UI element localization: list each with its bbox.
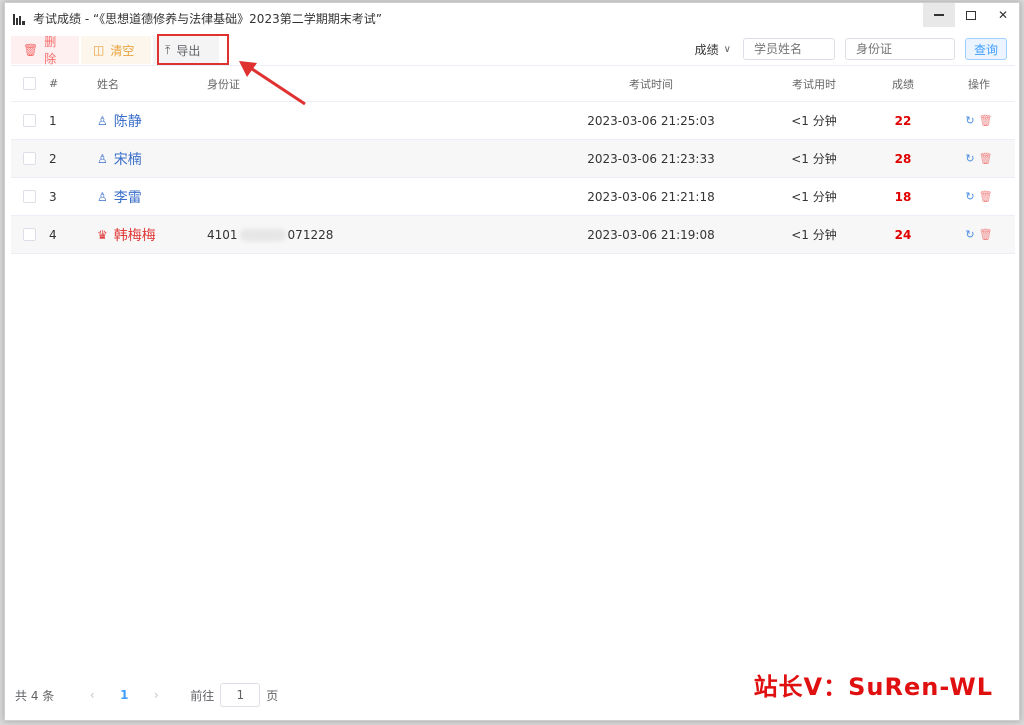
student-name-text: 宋楠	[113, 151, 142, 168]
duration-value: <1 分钟	[791, 114, 837, 128]
id-card-redaction	[239, 228, 286, 241]
goto-label: 前往	[190, 688, 215, 703]
results-table: # 姓名 身份证 考试时间 考试用时 成绩 操作 1 ♙ 陈静 2023-03-…	[11, 65, 1015, 254]
minimize-icon[interactable]	[923, 3, 955, 27]
student-name-text: 陈静	[113, 113, 142, 130]
prev-page-button[interactable]: ‹	[76, 688, 108, 702]
refresh-icon[interactable]: ↻	[965, 190, 974, 203]
duration-value: <1 分钟	[791, 152, 837, 166]
exam-time-value: 2023-03-06 21:19:08	[587, 227, 715, 242]
id-card-prefix: 4101	[207, 227, 238, 242]
refresh-icon[interactable]: ↻	[965, 228, 974, 241]
student-name[interactable]: ♙ 陈静	[97, 102, 142, 139]
header-name: 姓名	[97, 77, 119, 91]
female-user-icon: ♛	[97, 227, 108, 242]
student-name[interactable]: ♙ 宋楠	[97, 140, 142, 177]
refresh-icon[interactable]: ↻	[965, 114, 974, 127]
id-card-value: 4101 071228	[207, 216, 333, 253]
trash-icon: 🗑	[23, 43, 39, 57]
title-bar: 考试成绩 - “《思想道德修养与法律基础》2023第二学期期末考试” ✕	[5, 3, 1019, 33]
sort-select[interactable]: 成绩 ∨	[695, 41, 731, 58]
row-actions: ↻ 🗑	[947, 140, 1011, 177]
query-button[interactable]: 查询	[965, 38, 1007, 60]
trash-icon[interactable]: 🗑	[979, 190, 993, 203]
student-name-input[interactable]	[743, 38, 835, 60]
page-suffix: 页	[266, 688, 279, 703]
header-exam-time: 考试时间	[629, 77, 673, 91]
row-index: 3	[49, 189, 57, 204]
close-icon[interactable]: ✕	[987, 3, 1019, 27]
maximize-icon[interactable]	[955, 3, 987, 27]
row-index: 1	[49, 113, 57, 128]
clear-button-label: 清空	[110, 43, 135, 58]
box-icon: ◫	[93, 43, 105, 57]
goto-page-input[interactable]	[220, 683, 261, 707]
header-actions: 操作	[968, 77, 990, 91]
bar-chart-icon	[13, 11, 27, 25]
id-card-input[interactable]	[845, 38, 955, 60]
clear-button[interactable]: ◫ 清空	[81, 36, 151, 64]
window-title: 考试成绩 - “《思想道德修养与法律基础》2023第二学期期末考试”	[33, 11, 382, 26]
male-user-icon: ♙	[97, 189, 108, 204]
exam-results-window: 考试成绩 - “《思想道德修养与法律基础》2023第二学期期末考试” ✕ 🗑 删…	[4, 2, 1020, 721]
trash-icon[interactable]: 🗑	[979, 152, 993, 165]
filter-bar: 成绩 ∨ 查询	[695, 38, 1007, 60]
watermark-text: 站长V：SuRen-WL	[753, 673, 993, 701]
row-actions: ↻ 🗑	[947, 102, 1011, 139]
row-index: 2	[49, 151, 57, 166]
chevron-down-icon: ∨	[723, 43, 731, 55]
sort-select-value: 成绩	[694, 42, 719, 57]
score-value: 24	[894, 227, 912, 242]
score-value: 28	[894, 151, 912, 166]
header-index: #	[49, 77, 59, 90]
duration-value: <1 分钟	[791, 228, 837, 242]
table-header: # 姓名 身份证 考试时间 考试用时 成绩 操作	[11, 65, 1015, 102]
student-name-text: 韩梅梅	[113, 227, 156, 244]
delete-button-label: 删除	[44, 35, 57, 66]
row-checkbox[interactable]	[23, 178, 36, 215]
header-duration: 考试用时	[792, 77, 836, 91]
row-checkbox[interactable]	[23, 216, 36, 253]
refresh-icon[interactable]: ↻	[965, 152, 974, 165]
export-highlight-box	[157, 34, 229, 65]
row-actions: ↻ 🗑	[947, 178, 1011, 215]
delete-button[interactable]: 🗑 删除	[11, 35, 79, 66]
page-number-current[interactable]: 1	[108, 688, 140, 702]
duration-value: <1 分钟	[791, 190, 837, 204]
student-name[interactable]: ♙ 李雷	[97, 178, 142, 215]
annotation-arrow	[239, 61, 306, 106]
score-value: 22	[894, 113, 912, 128]
table-row: 1 ♙ 陈静 2023-03-06 21:25:03 <1 分钟 22 ↻ 🗑	[11, 102, 1015, 140]
toolbar: 🗑 删除 ◫ 清空 ⤒ 导出 成绩 ∨ 查询	[11, 34, 1015, 66]
exam-time-value: 2023-03-06 21:21:18	[587, 189, 715, 204]
exam-time-value: 2023-03-06 21:23:33	[587, 151, 715, 166]
trash-icon[interactable]: 🗑	[979, 114, 993, 127]
row-index: 4	[49, 227, 57, 242]
row-actions: ↻ 🗑	[947, 216, 1011, 253]
row-checkbox[interactable]	[23, 102, 36, 139]
table-row: 3 ♙ 李雷 2023-03-06 21:21:18 <1 分钟 18 ↻ 🗑	[11, 178, 1015, 216]
window-controls: ✕	[923, 3, 1019, 27]
male-user-icon: ♙	[97, 151, 108, 166]
student-name-text: 李雷	[113, 189, 142, 206]
score-value: 18	[894, 189, 912, 204]
select-all-checkbox[interactable]	[23, 66, 36, 101]
row-checkbox[interactable]	[23, 140, 36, 177]
student-name[interactable]: ♛ 韩梅梅	[97, 216, 156, 253]
trash-icon[interactable]: 🗑	[979, 228, 993, 241]
next-page-button[interactable]: ›	[140, 688, 172, 702]
pagination: 共 4 条 ‹ 1 › 前往 页	[11, 680, 278, 710]
header-score: 成绩	[892, 77, 914, 91]
table-row: 2 ♙ 宋楠 2023-03-06 21:23:33 <1 分钟 28 ↻ 🗑	[11, 140, 1015, 178]
table-row: 4 ♛ 韩梅梅 4101 071228 2023-03-06 21:19:08 …	[11, 216, 1015, 254]
exam-time-value: 2023-03-06 21:25:03	[587, 113, 715, 128]
id-card-suffix: 071228	[287, 227, 334, 242]
goto-page: 前往 页	[190, 683, 278, 707]
pagination-total: 共 4 条	[15, 688, 55, 703]
male-user-icon: ♙	[97, 113, 108, 128]
